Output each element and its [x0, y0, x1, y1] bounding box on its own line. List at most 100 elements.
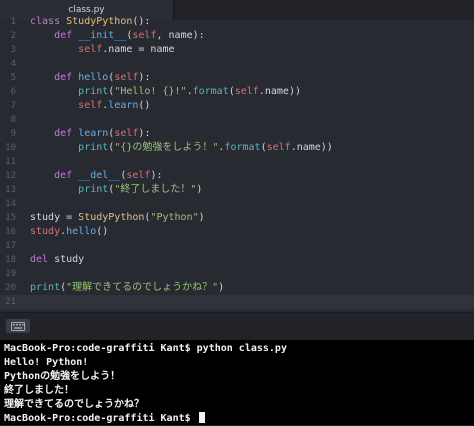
code-token: .name)): [290, 142, 333, 153]
code-token: __init__: [78, 30, 127, 41]
code-line[interactable]: 20 print("理解できてるのでしょうかね？"): [0, 281, 474, 295]
code-line[interactable]: 1 class StudyPython():: [0, 15, 474, 29]
code-token: ):: [150, 170, 163, 181]
code-editor[interactable]: 1 class StudyPython(): 2 def __init__(self…: [0, 16, 474, 312]
code-line[interactable]: 11: [0, 155, 474, 169]
code-token: print: [30, 282, 61, 293]
code-token: format: [192, 86, 229, 97]
code-token: study: [30, 226, 61, 237]
code-token: print: [78, 142, 109, 153]
line-number: 19: [5, 269, 16, 279]
code-text: del study: [30, 253, 84, 267]
terminal-panel[interactable]: MacBook-Pro:code-graffiti Kant$ python c…: [0, 340, 474, 425]
code-token: study: [48, 254, 85, 265]
code-line[interactable]: 10 print("{}の勉強をしよう！".format(self.name)): [0, 141, 474, 155]
code-line[interactable]: 19: [0, 267, 474, 281]
code-line[interactable]: 5 def hello(self):: [0, 71, 474, 85]
code-line[interactable]: 4: [0, 57, 474, 71]
code-text: class StudyPython():: [30, 15, 150, 29]
code-token: self: [114, 72, 139, 83]
code-line[interactable]: 3 self.name = name: [0, 43, 474, 57]
code-token: ): [196, 184, 203, 195]
code-text: print("理解できてるのでしょうかね？"): [30, 281, 224, 295]
code-token: StudyPython: [66, 16, 133, 27]
code-line[interactable]: 15 study = StudyPython("Python"): [0, 211, 474, 225]
code-line[interactable]: 7 self.learn(): [0, 99, 474, 113]
code-token: self: [132, 30, 157, 41]
code-token: ): [218, 282, 225, 293]
code-line[interactable]: 17: [0, 239, 474, 253]
code-token: .name = name: [102, 44, 175, 55]
code-token: (): [96, 226, 109, 237]
keyboard-icon: [11, 321, 25, 331]
code-token: learn: [78, 128, 109, 139]
code-line[interactable]: 18 del study: [0, 253, 474, 267]
code-text: def __del__(self):: [30, 169, 163, 183]
code-line[interactable]: 6 print("Hello! {}!".format(self.name)): [0, 85, 474, 99]
terminal-output-line: Hello! Python!: [4, 357, 89, 368]
terminal-prompt: MacBook-Pro:code-graffiti Kant$: [4, 413, 197, 424]
terminal-prompt-line[interactable]: MacBook-Pro:code-graffiti Kant$: [4, 412, 205, 426]
line-number: 2: [10, 31, 16, 41]
code-token: del: [30, 254, 49, 265]
code-token: self: [78, 100, 103, 111]
code-token: "{}の勉強をしよう！": [114, 142, 219, 153]
editor-footer: [0, 312, 474, 340]
code-text: study = StudyPython("Python"): [30, 211, 205, 225]
line-number: 1: [10, 17, 16, 27]
line-number: 4: [10, 59, 16, 69]
line-number: 6: [10, 87, 16, 97]
code-token: print: [78, 184, 109, 195]
code-text: self.learn(): [30, 99, 150, 113]
code-line[interactable]: 9 def learn(self):: [0, 127, 474, 141]
terminal-output-line: 理解できてるのでしょうかね？: [4, 399, 144, 410]
code-line[interactable]: 14: [0, 197, 474, 211]
code-token: "Hello! {}!": [114, 86, 187, 97]
code-token: hello: [78, 72, 109, 83]
keyboard-button[interactable]: [6, 319, 30, 333]
line-number: 14: [5, 199, 16, 209]
code-token: print: [78, 86, 109, 97]
code-token: ):: [138, 72, 151, 83]
code-token: self: [114, 128, 139, 139]
code-line[interactable]: 21: [0, 295, 474, 309]
code-line[interactable]: 13 print("終了しました！"): [0, 183, 474, 197]
code-token: ): [198, 212, 205, 223]
terminal-output-line: MacBook-Pro:code-graffiti Kant$ python c…: [4, 343, 287, 354]
code-token: .name)): [258, 86, 301, 97]
code-token: def: [54, 128, 73, 139]
code-text: def hello(self):: [30, 71, 150, 85]
code-text: def learn(self):: [30, 127, 150, 141]
code-text: def __init__(self, name):: [30, 29, 205, 43]
code-line[interactable]: 8: [0, 113, 474, 127]
code-line[interactable]: 2 def __init__(self, name):: [0, 29, 474, 43]
terminal-output-line: Pythonの勉強をしよう！: [4, 371, 121, 382]
code-line[interactable]: 12 def __del__(self):: [0, 169, 474, 183]
code-token: ):: [138, 128, 151, 139]
line-number: 7: [10, 101, 16, 111]
code-text: self.name = name: [30, 43, 175, 57]
line-number: 9: [10, 129, 16, 139]
code-token: ():: [132, 16, 151, 27]
code-token: StudyPython: [78, 212, 145, 223]
code-token: "終了しました！": [114, 184, 197, 195]
line-number: 12: [5, 171, 16, 181]
code-token: "Python": [150, 212, 199, 223]
code-text: print("終了しました！"): [30, 183, 202, 197]
line-number: 10: [5, 143, 16, 153]
code-token: self: [126, 170, 151, 181]
code-text: print("{}の勉強をしよう！".format(self.name)): [30, 141, 333, 155]
code-token: class: [30, 16, 61, 27]
code-token: def: [54, 72, 73, 83]
code-token: learn: [108, 100, 139, 111]
line-number: 15: [5, 213, 16, 223]
code-token: format: [224, 142, 261, 153]
code-line[interactable]: 16 study.hello(): [0, 225, 474, 239]
line-number: 5: [10, 73, 16, 83]
